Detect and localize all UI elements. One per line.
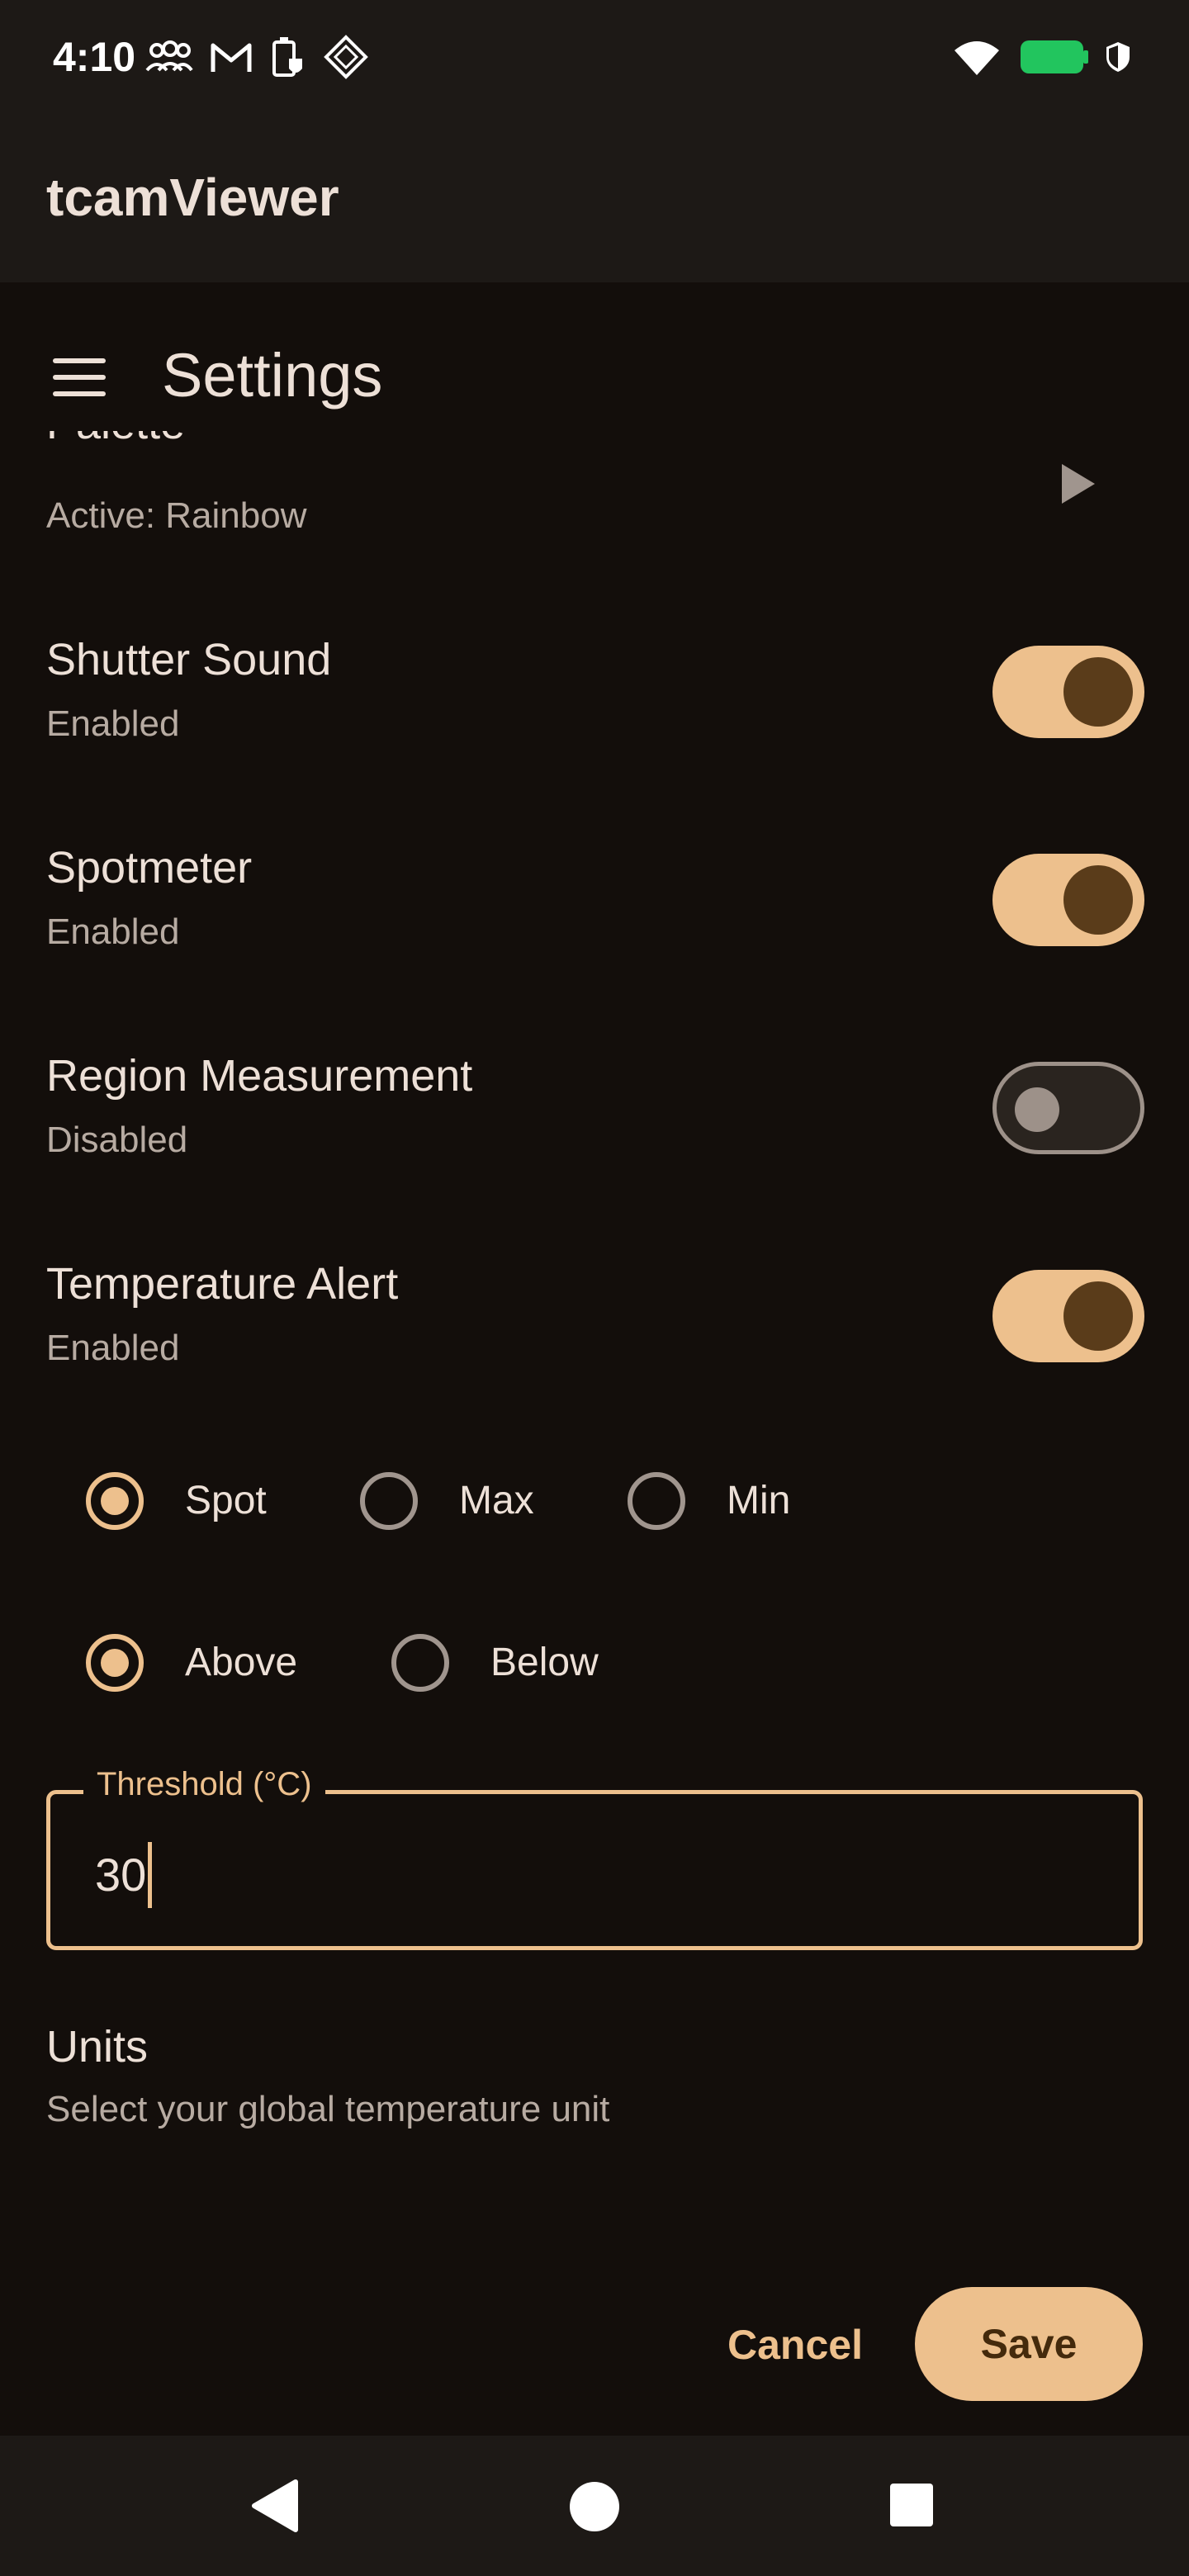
cancel-button[interactable]: Cancel: [708, 2294, 882, 2396]
app-title: tcamViewer: [46, 168, 339, 227]
app-bar: tcamViewer: [0, 116, 1189, 282]
region-measurement-subtitle: Disabled: [46, 1120, 188, 1160]
gmail-icon: [210, 40, 253, 78]
settings-header: Settings: [0, 282, 1189, 431]
alert-source-group: Spot Max Min: [0, 1461, 1189, 1541]
back-icon[interactable]: [249, 2479, 299, 2533]
spotmeter-switch[interactable]: [992, 854, 1144, 946]
alert-direction-group: Above Below: [0, 1623, 1189, 1702]
spotmeter-row: Spotmeter Enabled: [0, 819, 1189, 984]
status-time: 4:10: [53, 34, 136, 80]
palette-title: Palette: [46, 431, 185, 449]
units-subtitle: Select your global temperature unit: [46, 2089, 610, 2129]
status-bar: 4:10: [0, 0, 1189, 116]
navigation-bar: [0, 2436, 1189, 2576]
recents-icon[interactable]: [888, 2482, 935, 2528]
battery-icon: [1019, 39, 1088, 79]
region-measurement-switch[interactable]: [992, 1062, 1144, 1154]
radio-max[interactable]: [360, 1472, 418, 1530]
diamond-app-icon: [324, 34, 368, 83]
temperature-alert-switch[interactable]: [992, 1270, 1144, 1362]
radio-above-label[interactable]: Above: [185, 1640, 297, 1685]
radio-spot-label[interactable]: Spot: [185, 1478, 267, 1523]
region-measurement-title: Region Measurement: [46, 1051, 473, 1101]
text-caret: [148, 1842, 153, 1908]
units-row[interactable]: Units Select your global temperature uni…: [0, 2015, 1189, 2163]
status-right-icons: [951, 35, 1131, 83]
menu-icon[interactable]: [53, 358, 106, 396]
palette-subtitle: Active: Rainbow: [46, 495, 307, 536]
wifi-icon: [951, 37, 1002, 81]
save-button[interactable]: Save: [915, 2287, 1143, 2401]
page-title: Settings: [162, 341, 383, 410]
radio-above[interactable]: [86, 1634, 144, 1692]
shield-icon: [1105, 40, 1131, 78]
spotmeter-subtitle: Enabled: [46, 912, 180, 952]
home-icon[interactable]: [568, 2480, 621, 2533]
shutter-sound-title: Shutter Sound: [46, 635, 332, 684]
radio-below[interactable]: [391, 1634, 449, 1692]
shutter-sound-row: Shutter Sound Enabled: [0, 611, 1189, 776]
shutter-sound-subtitle: Enabled: [46, 703, 180, 744]
radio-min[interactable]: [628, 1472, 685, 1530]
threshold-input[interactable]: 30: [95, 1849, 146, 1901]
radio-spot[interactable]: [86, 1472, 144, 1530]
people-icon: [145, 40, 193, 78]
status-left-icons: [145, 34, 368, 83]
radio-max-label[interactable]: Max: [459, 1478, 534, 1523]
spotmeter-title: Spotmeter: [46, 843, 253, 893]
radio-min-label[interactable]: Min: [727, 1478, 790, 1523]
threshold-label: Threshold (°C): [83, 1766, 325, 1803]
threshold-field[interactable]: Threshold (°C) 30: [46, 1766, 1143, 1950]
shutter-sound-switch[interactable]: [992, 646, 1144, 738]
radio-below-label[interactable]: Below: [490, 1640, 599, 1685]
temperature-alert-subtitle: Enabled: [46, 1328, 180, 1368]
palette-row[interactable]: Palette Active: Rainbow: [0, 431, 1189, 555]
threshold-input-wrap[interactable]: 30: [95, 1842, 153, 1911]
region-measurement-row: Region Measurement Disabled: [0, 1027, 1189, 1192]
play-arrow-icon: [1062, 464, 1095, 504]
temperature-alert-row: Temperature Alert Enabled: [0, 1235, 1189, 1400]
units-title: Units: [46, 2022, 149, 2072]
temperature-alert-title: Temperature Alert: [46, 1259, 399, 1309]
battery-saver-icon: [269, 36, 307, 83]
